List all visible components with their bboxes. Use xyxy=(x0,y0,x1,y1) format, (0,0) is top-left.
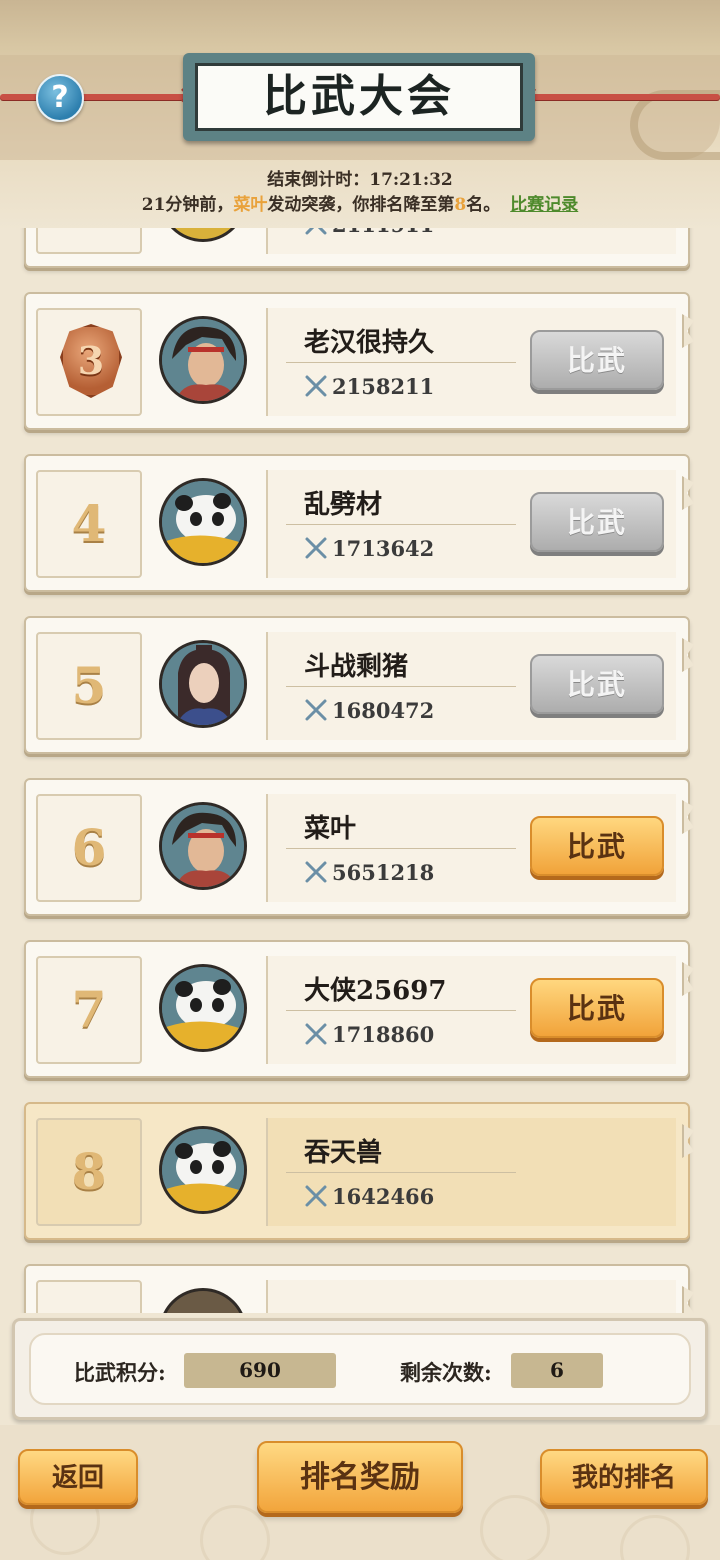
player-info: 大侠25697 1718860 比武 xyxy=(266,956,676,1064)
score-label: 比武积分: xyxy=(74,1360,166,1385)
rank-box: 4 xyxy=(36,470,142,578)
news-attacker: 菜叶 xyxy=(233,195,268,215)
challenge-button[interactable]: 比武 xyxy=(530,492,664,552)
ranking-row: 4 乱劈材 1713642 比武 xyxy=(24,454,690,592)
challenge-button[interactable]: 比武 xyxy=(530,816,664,876)
panda-avatar[interactable] xyxy=(159,1126,247,1214)
rank-box: 6 xyxy=(36,794,142,902)
title-plaque: 比武大会 xyxy=(183,53,535,141)
ranking-rewards-button[interactable]: 排名奖励 xyxy=(257,1441,463,1513)
female-avatar[interactable] xyxy=(159,640,247,728)
rank-number: 4 xyxy=(71,494,107,553)
wave-decoration xyxy=(480,1495,550,1560)
wave-decoration xyxy=(200,1505,270,1560)
player-power-value: 1713642 xyxy=(332,536,435,561)
player-info: 斗战剩猪 1680472 比武 xyxy=(266,632,676,740)
crossed-swords-icon xyxy=(305,1023,327,1045)
news-suffix: 名。 xyxy=(466,195,501,215)
red-rope-left xyxy=(0,94,200,100)
player-power-value: 2158211 xyxy=(332,374,435,399)
player-name: 菜叶 xyxy=(304,814,357,844)
help-button[interactable]: ? xyxy=(36,74,84,122)
rank-number: 3 xyxy=(77,338,105,383)
player-power: 1642466 xyxy=(304,1184,434,1209)
player-power-value: 5651218 xyxy=(332,860,435,885)
player-name: 老汉很持久 xyxy=(304,328,435,358)
remaining-label: 剩余次数: xyxy=(400,1360,492,1385)
ranking-row-partial: 2111911 xyxy=(24,228,690,268)
player-power-value: 1718860 xyxy=(332,1022,435,1047)
crossed-swords-icon xyxy=(305,699,327,721)
news-prefix: 21分钟前， xyxy=(141,195,234,215)
countdown-label: 结束倒计时： xyxy=(267,170,370,190)
score-value: 690 xyxy=(184,1353,336,1388)
player-power: 1713642 xyxy=(304,536,434,561)
challenge-button[interactable]: 比武 xyxy=(530,330,664,390)
crossed-swords-icon xyxy=(305,537,327,559)
rank-box: 5 xyxy=(36,632,142,740)
remaining-value: 6 xyxy=(511,1353,603,1388)
player-info xyxy=(266,1280,676,1313)
player-name: 大侠25697 xyxy=(304,976,447,1006)
countdown: 结束倒计时：17:21:32 xyxy=(0,165,720,190)
cloud-swirl-decoration xyxy=(630,90,720,160)
ranking-row-self: 8 吞天兽 1642466 xyxy=(24,1102,690,1240)
ranking-row: 3 老汉很持久 2158211 比武 xyxy=(24,292,690,430)
news-middle: 发动突袭，你排名降至第 xyxy=(267,195,455,215)
panda-avatar[interactable] xyxy=(159,964,247,1052)
player-power: 2111911 xyxy=(304,228,434,237)
player-power-value: 1642466 xyxy=(332,1184,435,1209)
player-name: 斗战剩猪 xyxy=(304,652,409,682)
rank-box: 7 xyxy=(36,956,142,1064)
player-power: 2158211 xyxy=(304,374,434,399)
rank-number: 6 xyxy=(71,818,107,877)
rank-number: 5 xyxy=(71,656,107,715)
panda-avatar[interactable] xyxy=(159,478,247,566)
player-name: 乱劈材 xyxy=(304,490,383,520)
player-info: 2111911 xyxy=(266,228,676,254)
ranking-row: 7 大侠25697 1718860 比武 xyxy=(24,940,690,1078)
ranking-list[interactable]: 2111911 3 老汉很持久 2158211 比武 4 乱劈材 xyxy=(0,228,720,1313)
player-power: 5651218 xyxy=(304,860,434,885)
rank-number: 7 xyxy=(71,980,107,1039)
avatar xyxy=(159,228,247,242)
ranking-row: 5 斗战剩猪 1680472 比武 xyxy=(24,616,690,754)
crossed-swords-icon xyxy=(305,375,327,397)
rank-box xyxy=(36,1280,142,1313)
male-warrior-avatar[interactable] xyxy=(159,802,247,890)
player-name: 吞天兽 xyxy=(304,1138,383,1168)
player-info: 乱劈材 1713642 比武 xyxy=(266,470,676,578)
countdown-value: 17:21:32 xyxy=(369,170,453,190)
male-warrior-avatar[interactable] xyxy=(159,316,247,404)
my-rank-button[interactable]: 我的排名 xyxy=(540,1449,708,1505)
back-button[interactable]: 返回 xyxy=(18,1449,138,1505)
player-info: 菜叶 5651218 比武 xyxy=(266,794,676,902)
rank-box: 3 xyxy=(36,308,142,416)
avatar xyxy=(159,1288,247,1313)
player-power: 1680472 xyxy=(304,698,434,723)
battle-news: 21分钟前，菜叶发动突袭，你排名降至第8名。 比赛记录 xyxy=(0,190,720,215)
news-rank: 8 xyxy=(454,195,467,215)
crossed-swords-icon xyxy=(305,861,327,883)
wave-decoration xyxy=(620,1515,690,1560)
ranking-row: 6 菜叶 5651218 比武 xyxy=(24,778,690,916)
challenge-button[interactable]: 比武 xyxy=(530,978,664,1038)
player-info: 老汉很持久 2158211 比武 xyxy=(266,308,676,416)
crossed-swords-icon xyxy=(305,1185,327,1207)
red-rope-right xyxy=(515,94,720,100)
challenge-button[interactable]: 比武 xyxy=(530,654,664,714)
title-frame: 比武大会 xyxy=(195,63,523,131)
rank-box xyxy=(36,228,142,254)
page-title: 比武大会 xyxy=(263,71,455,122)
crossed-swords-icon xyxy=(305,228,327,235)
player-info: 吞天兽 1642466 xyxy=(266,1118,676,1226)
rank-box: 8 xyxy=(36,1118,142,1226)
player-power-value: 1680472 xyxy=(332,698,435,723)
ranking-row-partial xyxy=(24,1264,690,1313)
rank-number: 8 xyxy=(71,1142,107,1201)
player-power: 1718860 xyxy=(304,1022,434,1047)
player-power-value: 2111911 xyxy=(332,228,434,237)
match-records-link[interactable]: 比赛记录 xyxy=(510,195,578,215)
